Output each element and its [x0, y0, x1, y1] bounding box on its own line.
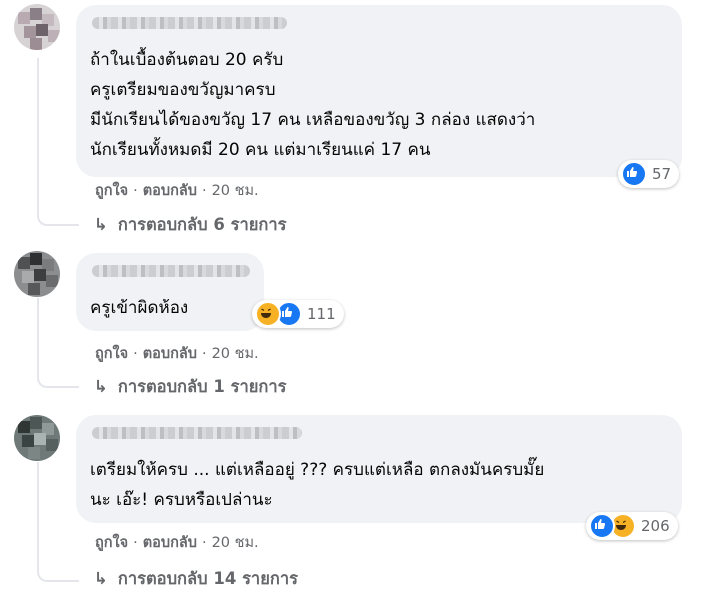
thread-line	[37, 58, 39, 210]
comment-text-line: ถ้าในเบื้องต้นตอบ 20 ครับ	[90, 50, 284, 70]
comment-bubble: ครูเข้าผิดห้อง	[76, 253, 264, 331]
commenter-name[interactable]	[92, 265, 250, 277]
reply-link[interactable]: ตอบกลับ	[143, 183, 197, 199]
commenter-name[interactable]	[92, 17, 287, 29]
thread-line	[37, 298, 39, 372]
reaction-summary[interactable]: 206	[586, 512, 678, 540]
timestamp[interactable]: 20 ชม.	[212, 535, 259, 551]
reaction-count: 206	[641, 517, 670, 535]
view-replies-link[interactable]: ↳ การตอบกลับ 14 รายการ	[94, 566, 298, 592]
timestamp[interactable]: 20 ชม.	[212, 346, 259, 362]
haha-icon	[255, 301, 281, 327]
comment-text-line: เตรียมให้ครบ ... แต่เหลืออยู่ ??? ครบแต่…	[90, 460, 545, 480]
reply-link[interactable]: ตอบกลับ	[143, 346, 197, 362]
reply-arrow-icon: ↳	[94, 377, 108, 396]
avatar[interactable]	[14, 251, 60, 297]
thread-connector	[37, 362, 79, 388]
like-link[interactable]: ถูกใจ	[95, 535, 128, 551]
timestamp[interactable]: 20 ชม.	[212, 183, 259, 199]
comment-text-line: นะ เอ๊ะ! ครบหรือเปล่านะ	[90, 490, 273, 510]
like-link[interactable]: ถูกใจ	[95, 346, 128, 362]
comment-text-line: นักเรียนทั้งหมดมี 20 คน แต่มาเรียนแค่ 17…	[90, 140, 431, 160]
reaction-count: 57	[652, 165, 672, 183]
avatar[interactable]	[14, 4, 60, 50]
view-replies-link[interactable]: ↳ การตอบกลับ 6 รายการ	[94, 212, 287, 238]
commenter-name[interactable]	[92, 427, 302, 439]
comment-text-line: ครูเตรียมของขวัญมาครบ	[90, 80, 276, 100]
comment-actions: ถูกใจ · ตอบกลับ · 20 ชม.	[95, 183, 259, 199]
thread-line	[37, 462, 39, 566]
like-icon	[589, 513, 615, 539]
comment-actions: ถูกใจ · ตอบกลับ · 20 ชม.	[95, 535, 259, 551]
replies-count-label: การตอบกลับ 6 รายการ	[117, 215, 287, 234]
reply-arrow-icon: ↳	[94, 569, 108, 588]
comment-text-line: ครูเข้าผิดห้อง	[90, 298, 189, 318]
thread-connector	[37, 200, 79, 226]
avatar[interactable]	[14, 415, 60, 461]
thread-connector	[37, 556, 79, 582]
replies-count-label: การตอบกลับ 14 รายการ	[117, 569, 298, 588]
like-link[interactable]: ถูกใจ	[95, 183, 128, 199]
comment-actions: ถูกใจ · ตอบกลับ · 20 ชม.	[95, 346, 259, 362]
reply-arrow-icon: ↳	[94, 215, 108, 234]
reaction-summary[interactable]: 111	[252, 300, 344, 328]
reaction-count: 111	[307, 305, 336, 323]
comment-bubble: เตรียมให้ครบ ... แต่เหลืออยู่ ??? ครบแต่…	[76, 415, 682, 523]
replies-count-label: การตอบกลับ 1 รายการ	[117, 377, 287, 396]
comment-bubble: ถ้าในเบื้องต้นตอบ 20 ครับ ครูเตรียมของขว…	[76, 5, 682, 177]
comment-text-line: มีนักเรียนได้ของขวัญ 17 คน เหลือของขวัญ …	[90, 110, 536, 130]
view-replies-link[interactable]: ↳ การตอบกลับ 1 รายการ	[94, 374, 287, 400]
reply-link[interactable]: ตอบกลับ	[143, 535, 197, 551]
reaction-summary[interactable]: 57	[618, 160, 680, 188]
like-icon	[621, 161, 647, 187]
